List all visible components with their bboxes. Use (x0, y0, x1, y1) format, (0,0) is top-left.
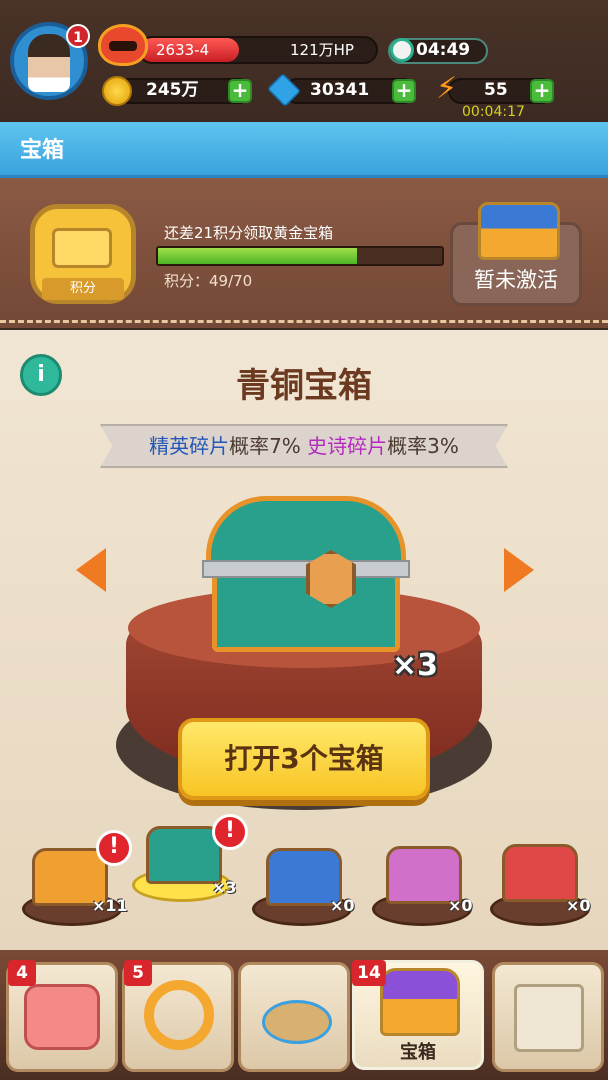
coin-icon (102, 76, 132, 106)
drop-rate-text: 精英碎片概率7% 史诗碎片概率3% (100, 424, 508, 468)
scroll-icon (514, 984, 584, 1052)
tab-chests-label: 宝箱 (400, 1042, 436, 1063)
add-coins-button[interactable]: + (228, 79, 252, 103)
tab-badge: 5 (124, 960, 152, 986)
bronze-chest-icon (202, 496, 410, 656)
add-gems-button[interactable]: + (392, 79, 416, 103)
alert-icon: ! (96, 830, 132, 866)
alert-icon: ! (212, 814, 248, 850)
boss-hp-value: 121万HP (290, 41, 354, 59)
ring-icon (144, 980, 214, 1050)
stage-number: 2633-4 (156, 41, 210, 59)
energy-bolt-icon: ⚡ (436, 71, 458, 106)
avatar-portrait-icon (28, 34, 70, 92)
clock-icon (390, 38, 414, 62)
gold-chest-status: 暂未激活 (474, 268, 558, 292)
prev-chest-arrow-icon[interactable] (76, 548, 106, 592)
elite-shard-label: 精英碎片 (149, 434, 230, 458)
cat-icon (24, 984, 100, 1050)
epic-shard-rate: 概率3% (387, 434, 459, 458)
medal-label: 积分 (42, 278, 124, 300)
page-title-bar (0, 122, 608, 178)
chest-count: ×3 (392, 648, 439, 683)
energy-amount: 55 (484, 80, 508, 100)
elite-shard-rate: 概率7% (229, 434, 301, 458)
tab-badge: 4 (8, 960, 36, 986)
island-icon (262, 1000, 332, 1044)
stitch-divider (0, 320, 608, 323)
coin-amount: 245万 (146, 80, 199, 100)
player-level-badge: 1 (66, 24, 90, 48)
next-chest-arrow-icon[interactable] (504, 548, 534, 592)
legend-chest-slot-icon[interactable] (502, 844, 578, 902)
chest-icon (380, 968, 460, 1036)
boss-demon-icon (98, 24, 148, 66)
open-chests-button[interactable]: 打开3个宝箱 (178, 718, 430, 800)
page-title: 宝箱 (20, 138, 65, 163)
countdown-timer: 04:49 (416, 40, 471, 60)
tab-badge: 14 (352, 960, 386, 986)
gem-amount: 30341 (310, 80, 370, 100)
chest-slot-count: ×0 (330, 896, 355, 915)
chest-title: 青铜宝箱 (236, 366, 372, 406)
energy-refill-timer: 00:04:17 (462, 104, 525, 120)
medal-chest-icon (52, 228, 112, 268)
add-energy-button[interactable]: + (530, 79, 554, 103)
chest-slot-count: ×0 (448, 896, 473, 915)
chest-slot-count: ×3 (212, 878, 237, 897)
bronze-chest-slot-icon[interactable] (146, 826, 222, 884)
epic-shard-label: 史诗碎片 (307, 434, 388, 458)
score-hint: 还差21积分领取黄金宝箱 (164, 224, 334, 242)
chest-slot-count: ×11 (92, 896, 128, 915)
score-progress-text: 积分：49/70 (164, 272, 253, 290)
score-progress-bar (156, 246, 444, 266)
chest-slot-count: ×0 (566, 896, 591, 915)
score-progress-fill (158, 248, 357, 264)
gold-chest-icon (478, 202, 560, 260)
